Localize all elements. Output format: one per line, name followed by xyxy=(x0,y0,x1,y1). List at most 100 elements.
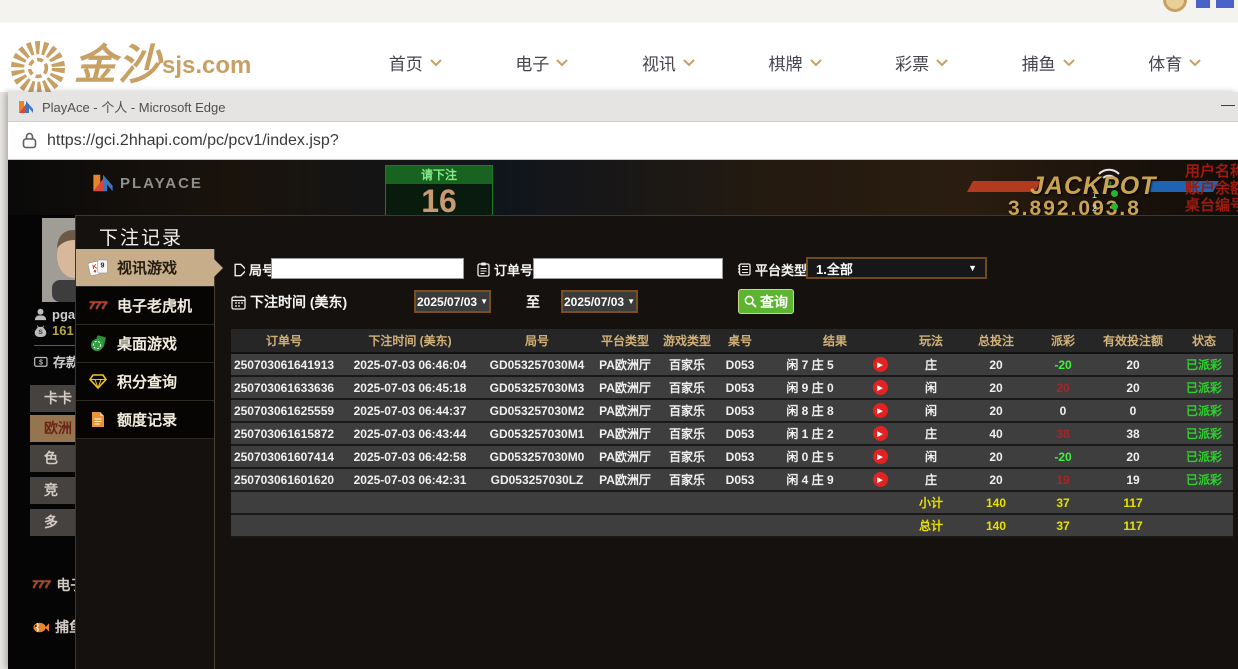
url-text[interactable]: https://gci.2hhapi.com/pc/pcv1/index.jsp… xyxy=(47,132,339,150)
deposit-link[interactable]: $ 存款 xyxy=(34,352,79,371)
cell-result: 闲 9 庄 0 xyxy=(765,376,855,399)
site-header: 金沙 sjs.com 首页 电子 视讯 棋牌 彩票 xyxy=(0,0,1238,92)
cell-table-no: D053 xyxy=(715,353,765,376)
cell-play-type: 庄 xyxy=(905,353,957,376)
document-icon xyxy=(88,411,108,429)
cell-valid: 20 xyxy=(1091,445,1175,468)
table-row: 250703061625559 2025-07-03 06:44:37 GD05… xyxy=(231,399,1233,422)
cell-play-type: 庄 xyxy=(905,422,957,445)
signal-number-2: 2 xyxy=(1092,203,1097,213)
date-from-select[interactable]: 2025/07/03 ▼ xyxy=(414,290,491,313)
minimize-button[interactable]: — xyxy=(1216,96,1238,118)
cell-game: 百家乐 xyxy=(659,399,715,422)
cell-platform: PA欧洲厅 xyxy=(591,422,659,445)
browser-titlebar[interactable]: PlayAce - 个人 - Microsoft Edge — xyxy=(8,92,1238,122)
tab-live-games[interactable]: K 9 视讯游戏 xyxy=(76,249,214,287)
cell-time: 2025-07-03 06:45:18 xyxy=(337,376,483,399)
tab-points-query[interactable]: 积分查询 xyxy=(76,363,214,401)
list-icon xyxy=(737,263,751,276)
cell-round: GD053257030M2 xyxy=(483,399,591,422)
play-video-button[interactable]: ▶ xyxy=(873,380,888,395)
cell-valid: 38 xyxy=(1091,422,1175,445)
tab-quota-records[interactable]: 额度记录 xyxy=(76,401,214,439)
modal-sidebar: K 9 视讯游戏 777 电子老虎机 xyxy=(76,249,215,669)
nav-item-fishing[interactable]: 捕鱼 xyxy=(985,50,1112,75)
nav-label: 捕鱼 xyxy=(1022,50,1056,75)
cell-game: 百家乐 xyxy=(659,445,715,468)
col-time: 下注时间 (美东) xyxy=(337,329,483,353)
balance-value: 161 xyxy=(52,323,74,338)
signal-dot xyxy=(1111,203,1118,210)
col-round: 局号 xyxy=(483,329,591,353)
table-header-row: 订单号 下注时间 (美东) 局号 平台类型 游戏类型 桌号 结果 玩法 总投注 … xyxy=(231,329,1233,353)
cell-valid: 20 xyxy=(1091,353,1175,376)
chevron-down-icon xyxy=(1063,59,1075,67)
play-video-button[interactable]: ▶ xyxy=(873,472,888,487)
cell-platform: PA欧洲厅 xyxy=(591,399,659,422)
browser-urlbar[interactable]: https://gci.2hhapi.com/pc/pcv1/index.jsp… xyxy=(8,122,1238,160)
nav-item-slots[interactable]: 电子 xyxy=(479,50,606,75)
cell-order: 250703061625559 xyxy=(231,399,337,422)
magnifier-icon xyxy=(744,295,757,308)
game-header: PLAYACE 请下注 16 JACKPOT 3,892,093.8 1 xyxy=(8,160,1238,215)
nav-item-board[interactable]: 棋牌 xyxy=(732,50,859,75)
nav-item-sports[interactable]: 体育 xyxy=(1111,50,1238,75)
cell-play-video: ▶ xyxy=(855,353,905,376)
balance-row: S 161 xyxy=(34,323,74,338)
date-to-select[interactable]: 2025/07/03 ▼ xyxy=(561,290,638,313)
dropdown-arrow-icon: ▼ xyxy=(480,297,488,306)
cell-payout: -20 xyxy=(1035,353,1091,376)
status-badge: 已派彩 xyxy=(1175,468,1233,491)
cell-play-video: ▶ xyxy=(855,468,905,491)
tab-table-games[interactable]: 桌面游戏 xyxy=(76,325,214,363)
cell-platform: PA欧洲厅 xyxy=(591,353,659,376)
fish-icon xyxy=(32,621,49,634)
window-title: PlayAce - 个人 - Microsoft Edge xyxy=(42,97,226,116)
cell-table-no: D053 xyxy=(715,468,765,491)
col-game: 游戏类型 xyxy=(659,329,715,353)
search-button-label: 查询 xyxy=(760,292,788,312)
bet-countdown-box: 请下注 16 xyxy=(385,165,493,215)
cell-play-video: ▶ xyxy=(855,422,905,445)
cell-round: GD053257030M4 xyxy=(483,353,591,376)
col-valid: 有效投注额 xyxy=(1091,329,1175,353)
person-icon xyxy=(34,308,47,321)
cards-icon: K 9 xyxy=(88,259,108,277)
nav-item-lottery[interactable]: 彩票 xyxy=(858,50,985,75)
cell-play-video: ▶ xyxy=(855,399,905,422)
playace-page: PLAYACE 请下注 16 JACKPOT 3,892,093.8 1 xyxy=(8,160,1238,669)
balance-label: 账户余额: xyxy=(1185,180,1238,197)
play-video-button[interactable]: ▶ xyxy=(873,449,888,464)
cell-payout: 20 xyxy=(1035,376,1091,399)
username-label: 用户名称: xyxy=(1185,163,1238,180)
round-number-input[interactable] xyxy=(271,258,464,279)
play-video-button[interactable]: ▶ xyxy=(873,357,888,372)
playace-logo: PLAYACE xyxy=(92,172,203,194)
col-payout: 派彩 xyxy=(1035,329,1091,353)
col-platform: 平台类型 xyxy=(591,329,659,353)
platform-type-select[interactable]: 1.全部 ▼ xyxy=(806,257,987,279)
bet-records-table: 订单号 下注时间 (美东) 局号 平台类型 游戏类型 桌号 结果 玩法 总投注 … xyxy=(231,329,1233,538)
table-number-label: 桌台编号: xyxy=(1185,197,1238,214)
nav-item-home[interactable]: 首页 xyxy=(352,50,479,75)
cell-result: 闲 0 庄 5 xyxy=(765,445,855,468)
subtotal-payout: 37 xyxy=(1035,491,1091,514)
order-number-input[interactable] xyxy=(533,258,723,279)
play-video-button[interactable]: ▶ xyxy=(873,403,888,418)
nav-item-live[interactable]: 视讯 xyxy=(605,50,732,75)
play-video-button[interactable]: ▶ xyxy=(873,426,888,441)
cell-payout: 19 xyxy=(1035,468,1091,491)
tab-slot-machines[interactable]: 777 电子老虎机 xyxy=(76,287,214,325)
logo-text-cn: 金沙 xyxy=(74,31,162,92)
subtotal-total: 140 xyxy=(957,491,1035,514)
search-button[interactable]: 查询 xyxy=(738,289,794,314)
partial-coin-icon xyxy=(1163,0,1187,12)
browser-window: PlayAce - 个人 - Microsoft Edge — https://… xyxy=(8,92,1238,669)
filter-bar: 局号 订单号 xyxy=(231,256,1233,322)
round-filter-label: 局号 xyxy=(231,260,275,279)
cell-table-no: D053 xyxy=(715,422,765,445)
status-badge: 已派彩 xyxy=(1175,353,1233,376)
site-logo[interactable]: 金沙 sjs.com xyxy=(2,26,251,96)
partial-text-fragment xyxy=(1196,0,1210,8)
site-nav: 首页 电子 视讯 棋牌 彩票 捕鱼 xyxy=(352,50,1238,75)
